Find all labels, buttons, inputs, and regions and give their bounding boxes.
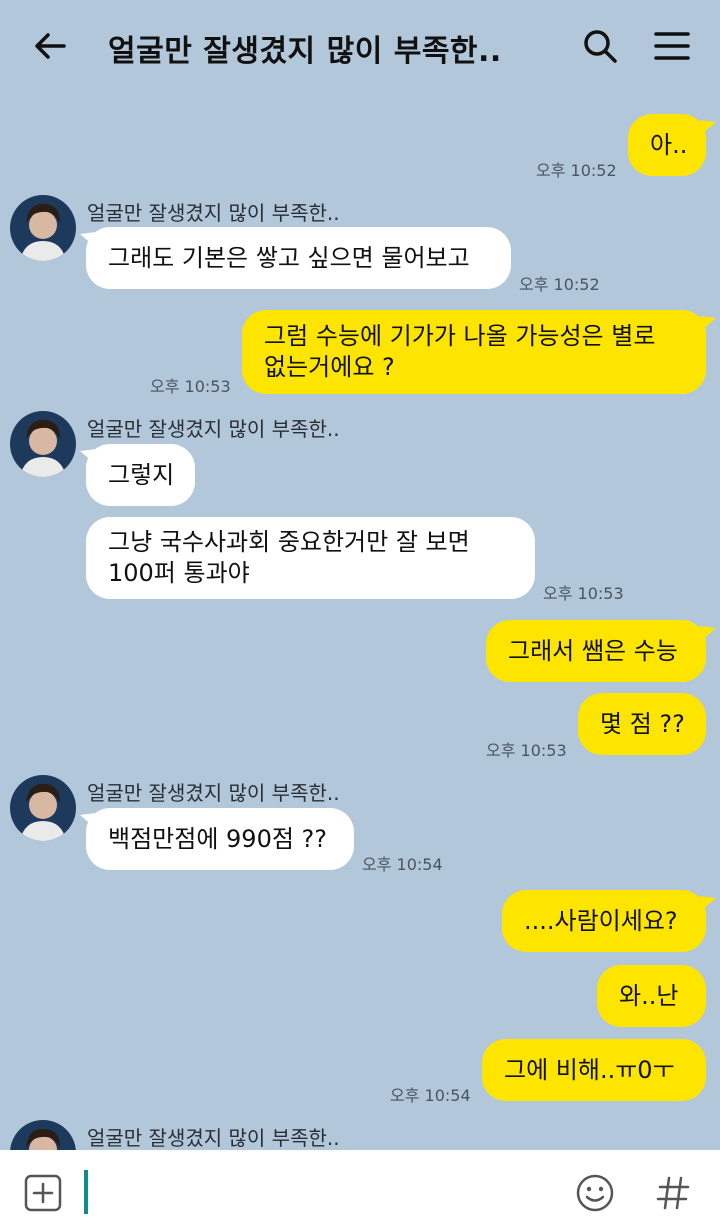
- message-text: 아..: [650, 130, 688, 159]
- message-time: 오후 10:53: [486, 741, 567, 760]
- chat-title: 얼굴만 잘생겼지 많이 부족한..: [108, 34, 502, 69]
- message-time: 오후 10:52: [536, 161, 617, 180]
- message-text: 백점만점에 990점 ??: [108, 824, 328, 853]
- message-text: 그럼 수능에 기가가 나올 가능성은 별로 없는거에요 ?: [264, 322, 656, 381]
- message-text: 와..난: [619, 981, 679, 1010]
- smiley-icon: [576, 1174, 614, 1212]
- my-message-bubble[interactable]: 그래서 쌤은 수능: [486, 620, 706, 682]
- profile-photo: [10, 411, 76, 477]
- message-text: 그렇지: [108, 460, 175, 489]
- their-message-bubble[interactable]: 그냥 국수사과회 중요한거만 잘 보면 100퍼 통과야: [86, 517, 535, 599]
- message-text: ....사람이세요?: [524, 906, 678, 935]
- hashtag-icon: [656, 1176, 690, 1210]
- attach-button[interactable]: [24, 1174, 62, 1212]
- message-input-bar: [0, 1150, 720, 1229]
- avatar[interactable]: [10, 411, 76, 477]
- bubble-tail: [700, 896, 716, 910]
- message-time: 오후 10:54: [362, 855, 443, 874]
- sender-name: 얼굴만 잘생겼지 많이 부족한..: [87, 781, 340, 805]
- profile-photo: [10, 195, 76, 261]
- profile-photo: [10, 775, 76, 841]
- sender-name: 얼굴만 잘생겼지 많이 부족한..: [87, 417, 340, 441]
- my-message-bubble[interactable]: ....사람이세요?: [502, 890, 706, 952]
- message-text: 그래서 쌤은 수능: [508, 636, 678, 665]
- message-text: 그래도 기본은 쌓고 싶으면 물어보고: [108, 243, 470, 272]
- bubble-tail: [700, 626, 716, 640]
- message-time: 오후 10:53: [543, 584, 624, 603]
- bubble-tail: [700, 120, 716, 134]
- emoji-button[interactable]: [574, 1172, 616, 1214]
- menu-button[interactable]: [652, 26, 692, 66]
- their-message-bubble[interactable]: 그렇지: [86, 444, 195, 506]
- search-button[interactable]: [580, 26, 620, 66]
- their-message-bubble[interactable]: 그래도 기본은 쌓고 싶으면 물어보고: [86, 227, 511, 289]
- avatar[interactable]: [10, 775, 76, 841]
- my-message-bubble[interactable]: 그에 비해..ㅠ0ㅜ: [482, 1039, 706, 1101]
- my-message-bubble[interactable]: 와..난: [597, 965, 706, 1027]
- hamburger-menu-icon: [654, 32, 690, 60]
- text-cursor: [84, 1170, 88, 1214]
- chat-header: 얼굴만 잘생겼지 많이 부족한..: [0, 0, 720, 96]
- search-icon: [584, 30, 617, 63]
- message-time: 오후 10:52: [519, 275, 600, 294]
- their-message-bubble[interactable]: 백점만점에 990점 ??: [86, 808, 354, 870]
- sender-name: 얼굴만 잘생겼지 많이 부족한..: [87, 1126, 340, 1150]
- my-message-bubble[interactable]: 그럼 수능에 기가가 나올 가능성은 별로 없는거에요 ?: [242, 310, 706, 394]
- bubble-tail: [700, 316, 716, 330]
- message-input[interactable]: [82, 1168, 552, 1214]
- arrow-left-icon: [35, 33, 66, 59]
- message-time: 오후 10:54: [390, 1086, 471, 1105]
- back-button[interactable]: [30, 26, 70, 66]
- message-time: 오후 10:53: [150, 377, 231, 396]
- avatar[interactable]: [10, 195, 76, 261]
- sender-name: 얼굴만 잘생겼지 많이 부족한..: [87, 201, 340, 225]
- plus-square-icon: [24, 1174, 62, 1212]
- my-message-bubble[interactable]: 아..: [628, 114, 706, 176]
- my-message-bubble[interactable]: 몇 점 ??: [578, 693, 706, 755]
- message-text: 그에 비해..ㅠ0ㅜ: [504, 1055, 675, 1084]
- message-text: 그냥 국수사과회 중요한거만 잘 보면 100퍼 통과야: [108, 528, 470, 587]
- hashtag-button[interactable]: [652, 1172, 694, 1214]
- message-text: 몇 점 ??: [600, 709, 685, 738]
